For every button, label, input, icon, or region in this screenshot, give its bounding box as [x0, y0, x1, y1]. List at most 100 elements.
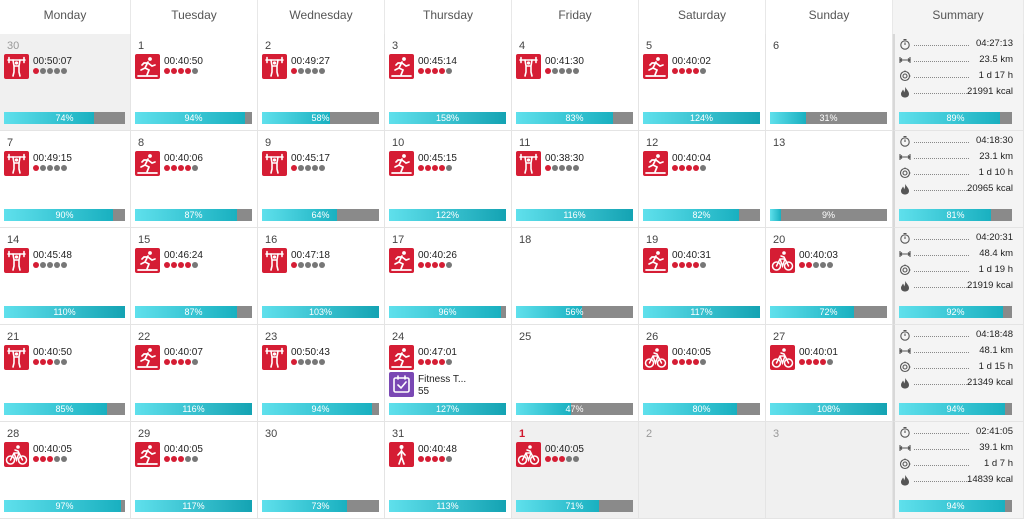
intensity-dot	[61, 456, 67, 462]
day-cell[interactable]: 22 00:40:07 116%	[131, 325, 258, 422]
activity-duration: 00:40:04	[672, 153, 711, 164]
day-cell[interactable]: 4 00:41:30 83%	[512, 34, 639, 131]
leader-dots	[914, 384, 969, 385]
activity-run[interactable]: 00:40:31	[643, 248, 763, 274]
day-cell[interactable]: 26 00:40:05 80%	[639, 325, 766, 422]
progress-bar: 9%	[770, 209, 887, 221]
day-cell[interactable]: 14 00:45:48 110%	[0, 228, 131, 325]
intensity-dot	[47, 359, 53, 365]
leader-dots	[914, 77, 969, 78]
activity-run[interactable]: 00:40:05	[135, 442, 255, 468]
intensity-dot	[559, 456, 565, 462]
activity-strength[interactable]: 00:50:43	[262, 345, 382, 371]
leader-dots	[914, 336, 969, 337]
progress-bar: 90%	[4, 209, 125, 221]
calories-icon	[899, 474, 911, 486]
day-cell[interactable]: 13 9%	[766, 131, 893, 228]
activity-run[interactable]: 00:40:26	[389, 248, 509, 274]
day-cell[interactable]: 7 00:49:15 90%	[0, 131, 131, 228]
intensity-dots	[291, 359, 326, 367]
total-time-row: 02:41:05	[899, 425, 1013, 439]
day-cell[interactable]: 29 00:40:05 117%	[131, 422, 258, 519]
day-cell[interactable]: 3 00:45:14 158%	[385, 34, 512, 131]
activity-run[interactable]: 00:45:15	[389, 151, 509, 177]
day-cell[interactable]: 1 00:40:50 94%	[131, 34, 258, 131]
day-number: 3	[392, 40, 399, 52]
day-cell[interactable]: 19 00:40:31 117%	[639, 228, 766, 325]
day-cell[interactable]: 21 00:40:50 85%	[0, 325, 131, 422]
day-cell[interactable]: 2 00:49:27 58%	[258, 34, 385, 131]
day-cell[interactable]: 10 00:45:15 122%	[385, 131, 512, 228]
day-cell[interactable]: 2	[639, 422, 766, 519]
day-cell[interactable]: 8 00:40:06 87%	[131, 131, 258, 228]
intensity-dot	[47, 68, 53, 74]
day-cell[interactable]: 30 00:50:07 74%	[0, 34, 131, 131]
activity-cycle[interactable]: 00:40:05	[4, 442, 124, 468]
intensity-dot	[552, 165, 558, 171]
intensity-dot	[693, 359, 699, 365]
activity-run[interactable]: 00:45:14	[389, 54, 509, 80]
activity-run[interactable]: 00:40:06	[135, 151, 255, 177]
intensity-dot	[54, 68, 60, 74]
activity-cycle[interactable]: 00:40:05	[643, 345, 763, 371]
day-cell[interactable]: 5 00:40:02 124%	[639, 34, 766, 131]
activity-strength[interactable]: 00:50:07	[4, 54, 124, 80]
activity-cycle[interactable]: 00:40:03	[770, 248, 890, 274]
activity-run[interactable]: 00:47:01	[389, 345, 509, 371]
header-friday: Friday	[512, 0, 639, 34]
activity-duration: 00:38:30	[545, 153, 584, 164]
progress-bar: 56%	[516, 306, 633, 318]
intensity-dot	[432, 68, 438, 74]
activity-run[interactable]: 00:40:04	[643, 151, 763, 177]
day-cell[interactable]: 3	[766, 422, 893, 519]
intensity-dot	[185, 456, 191, 462]
day-cell[interactable]: 12 00:40:04 82%	[639, 131, 766, 228]
activity-run[interactable]: 00:40:07	[135, 345, 255, 371]
activity-run[interactable]: 00:46:24	[135, 248, 255, 274]
intensity-dot	[806, 262, 812, 268]
progress-bar: 124%	[643, 112, 760, 124]
activity-run[interactable]: 00:40:50	[135, 54, 255, 80]
intensity-dot	[439, 68, 445, 74]
activity-strength[interactable]: 00:40:50	[4, 345, 124, 371]
intensity-dots	[33, 456, 68, 464]
day-cell[interactable]: 17 00:40:26 96%	[385, 228, 512, 325]
activity-walk[interactable]: 00:40:48	[389, 442, 509, 468]
activity-fitness[interactable]: Fitness T... 55	[389, 372, 509, 398]
activity-strength[interactable]: 00:41:30	[516, 54, 636, 80]
progress-bar: 116%	[516, 209, 633, 221]
activity-run[interactable]: 00:40:02	[643, 54, 763, 80]
day-number: 8	[138, 137, 145, 149]
activity-strength[interactable]: 00:47:18	[262, 248, 382, 274]
progress-bar: 82%	[643, 209, 760, 221]
intensity-dot	[54, 359, 60, 365]
day-cell[interactable]: 28 00:40:05 97%	[0, 422, 131, 519]
day-cell[interactable]: 31 00:40:48 113%	[385, 422, 512, 519]
day-cell[interactable]: 18 56%	[512, 228, 639, 325]
day-cell[interactable]: 30 73%	[258, 422, 385, 519]
intensity-dot	[672, 165, 678, 171]
strength-icon	[262, 248, 287, 273]
day-cell[interactable]: 11 00:38:30 116%	[512, 131, 639, 228]
activity-strength[interactable]: 00:49:15	[4, 151, 124, 177]
day-cell[interactable]: 25 47%	[512, 325, 639, 422]
day-cell[interactable]: 9 00:45:17 64%	[258, 131, 385, 228]
day-cell[interactable]: 24 00:47:01 Fitness T... 55 127%	[385, 325, 512, 422]
activity-strength[interactable]: 00:38:30	[516, 151, 636, 177]
intensity-dot	[425, 456, 431, 462]
progress-label: 90%	[55, 210, 74, 220]
progress-bar: 81%	[899, 209, 1012, 221]
day-cell[interactable]: 6 31%	[766, 34, 893, 131]
activity-strength[interactable]: 00:49:27	[262, 54, 382, 80]
day-cell[interactable]: 15 00:46:24 87%	[131, 228, 258, 325]
activity-cycle[interactable]: 00:40:05	[516, 442, 636, 468]
intensity-dot	[61, 68, 67, 74]
day-cell[interactable]: 23 00:50:43 94%	[258, 325, 385, 422]
day-cell[interactable]: 27 00:40:01 108%	[766, 325, 893, 422]
day-cell[interactable]: 1 00:40:05 71%	[512, 422, 639, 519]
day-cell[interactable]: 20 00:40:03 72%	[766, 228, 893, 325]
activity-cycle[interactable]: 00:40:01	[770, 345, 890, 371]
activity-strength[interactable]: 00:45:48	[4, 248, 124, 274]
activity-strength[interactable]: 00:45:17	[262, 151, 382, 177]
day-cell[interactable]: 16 00:47:18 103%	[258, 228, 385, 325]
